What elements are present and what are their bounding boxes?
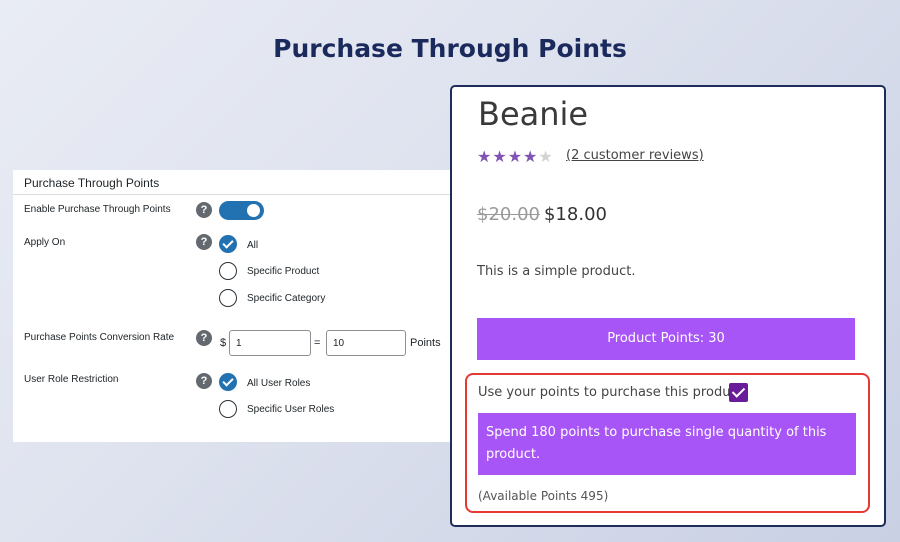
settings-panel: Purchase Through Points Enable Purchase … (13, 170, 473, 442)
settings-header: Purchase Through Points (13, 170, 473, 195)
spend-message: Spend 180 points to purchase single quan… (478, 413, 856, 475)
apply-on-all-radio[interactable] (219, 235, 237, 253)
star-icon: ★ (523, 147, 539, 166)
page-title: Purchase Through Points (273, 34, 627, 63)
help-icon[interactable]: ? (196, 373, 212, 389)
help-icon[interactable]: ? (196, 202, 212, 218)
equals-sign: = (314, 337, 321, 349)
apply-on-category-label: Specific Category (247, 293, 326, 304)
available-points: (Available Points 495) (478, 489, 609, 503)
redeem-points-box: Use your points to purchase this product… (465, 373, 870, 513)
apply-on-product-label: Specific Product (247, 266, 320, 277)
price: $20.00 $18.00 (477, 204, 607, 225)
product-card: Beanie ★★★★★ (2 customer reviews) $20.00… (450, 85, 886, 527)
conversion-label: Purchase Points Conversion Rate (24, 332, 175, 343)
enable-label: Enable Purchase Through Points (24, 204, 171, 215)
use-points-checkbox[interactable] (729, 383, 748, 402)
apply-on-product-radio[interactable] (219, 262, 237, 280)
price-new: $18.00 (543, 204, 607, 225)
help-icon[interactable]: ? (196, 234, 212, 250)
star-icon: ★ (538, 147, 554, 166)
role-specific-radio[interactable] (219, 400, 237, 418)
product-description: This is a simple product. (477, 264, 636, 279)
points-unit-label: Points (410, 337, 441, 349)
apply-on-category-radio[interactable] (219, 289, 237, 307)
role-all-label: All User Roles (247, 378, 311, 389)
conversion-amount-input[interactable]: 1 (229, 330, 311, 356)
role-specific-label: Specific User Roles (247, 404, 335, 415)
price-old: $20.00 (477, 204, 540, 225)
enable-toggle[interactable] (219, 201, 264, 220)
apply-on-label: Apply On (24, 237, 66, 248)
role-all-radio[interactable] (219, 373, 237, 391)
product-title: Beanie (478, 95, 589, 133)
star-icon: ★ (492, 147, 508, 166)
star-icon: ★ (507, 147, 524, 166)
use-points-label: Use your points to purchase this product (478, 385, 743, 400)
reviews-link[interactable]: (2 customer reviews) (566, 148, 704, 163)
apply-on-all-label: All (247, 240, 259, 251)
currency-symbol: $ (220, 337, 227, 349)
conversion-points-input[interactable]: 10 (326, 330, 406, 356)
help-icon[interactable]: ? (196, 330, 212, 346)
star-rating: ★★★★★ (477, 147, 554, 166)
role-label: User Role Restriction (24, 374, 119, 385)
product-points-button[interactable]: Product Points: 30 (477, 318, 855, 360)
star-icon: ★ (477, 147, 493, 166)
